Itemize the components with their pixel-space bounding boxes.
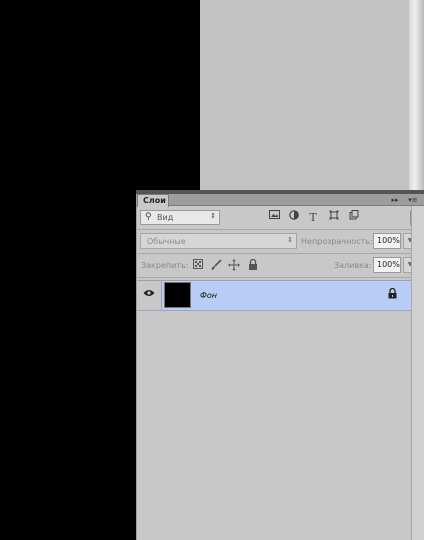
opacity-input[interactable]: 100% (373, 233, 401, 249)
updown-arrow-icon: ⇕ (210, 212, 216, 220)
workspace-scrollbar[interactable] (409, 0, 424, 190)
search-icon: ⚲ (145, 212, 152, 222)
smart-object-icon[interactable] (348, 210, 360, 225)
lock-all-icon[interactable] (247, 258, 259, 271)
blend-mode-value: Обычные (147, 237, 186, 246)
divider (136, 253, 424, 254)
text-icon[interactable]: T (307, 210, 319, 225)
fill-input[interactable]: 100% (373, 257, 401, 273)
divider (136, 277, 424, 278)
panel-scrollbar[interactable] (411, 206, 424, 540)
eye-icon[interactable] (143, 289, 155, 301)
layer-thumbnail[interactable] (164, 282, 191, 308)
filter-type-label: Вид (157, 213, 174, 222)
shape-icon[interactable] (328, 210, 340, 225)
updown-arrow-icon: ⇕ (287, 236, 293, 244)
tab-layers[interactable]: Слои (137, 194, 169, 207)
image-icon[interactable] (268, 210, 280, 225)
layer-name[interactable]: Фон (200, 291, 217, 300)
adjustment-icon[interactable] (288, 210, 300, 225)
blend-mode-select[interactable]: Обычные ⇕ (140, 233, 297, 249)
fill-label: Заливка: (334, 261, 372, 270)
layer-filter-select[interactable]: ⚲ Вид ⇕ (140, 210, 220, 225)
opacity-label: Непрозрачность: (301, 237, 373, 246)
panel-tab-bar (136, 194, 424, 206)
lock-transparent-icon[interactable] (192, 259, 204, 271)
workspace-background (200, 0, 424, 190)
lock-move-icon[interactable] (228, 259, 240, 271)
collapse-panel-icon[interactable]: ▸▸ (388, 194, 402, 206)
layer-lock-icon (386, 287, 398, 300)
divider (136, 229, 424, 230)
panel-menu-icon[interactable]: ▾≡ (404, 194, 422, 206)
lock-brush-icon[interactable] (210, 259, 222, 271)
lock-label: Закрепить: (141, 261, 189, 270)
